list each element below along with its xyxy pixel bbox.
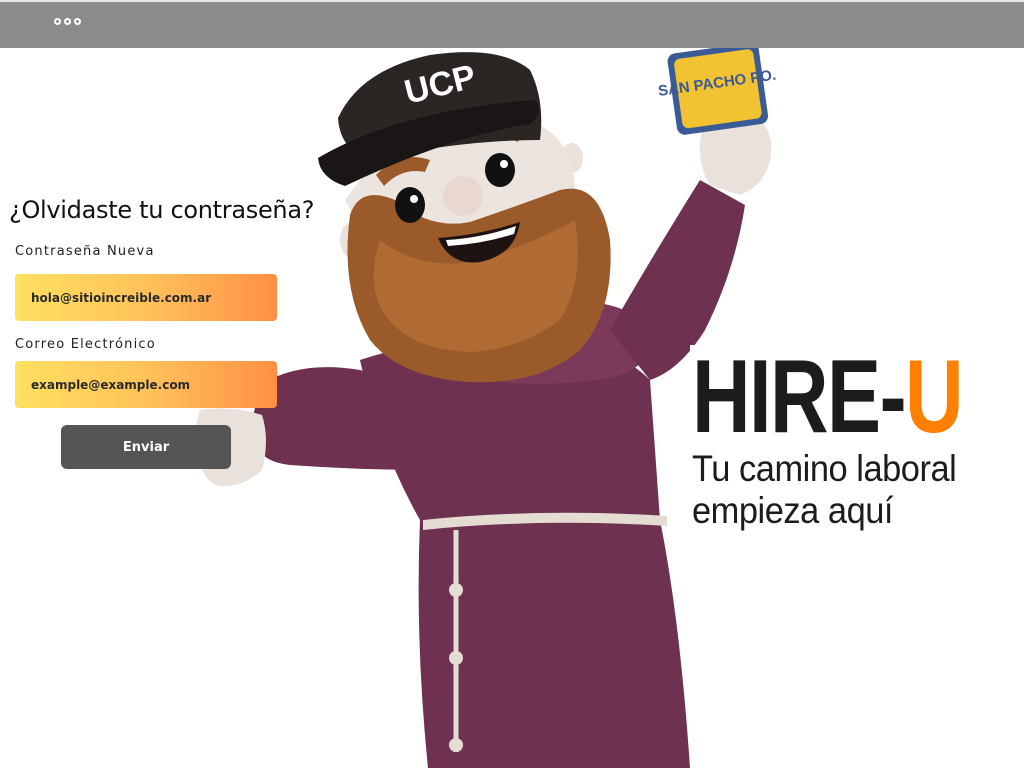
email-label: Correo Electrónico [15,337,156,352]
password-label: Contraseña Nueva [15,244,155,259]
circles-menu-icon[interactable] [54,18,81,25]
submit-button[interactable]: Enviar [61,425,231,469]
menu-dot [54,18,61,25]
form-title: ¿Olvidaste tu contraseña? [9,196,315,224]
menu-dot [74,18,81,25]
menu-dot [64,18,71,25]
brand-block: HIRE-U Tu camino laboral empieza aquí [690,345,1010,545]
page: SAN PACHO PO. UCP ¿Olvidaste tu contrase… [0,0,1024,768]
brand-logo: HIRE-U [692,345,964,449]
new-password-input[interactable] [15,274,277,321]
brand-logo-accent: U [905,339,964,455]
brand-tagline: Tu camino laboral empieza aquí [692,448,957,531]
brand-logo-main: HIRE- [692,339,907,455]
email-input[interactable] [15,361,277,408]
top-bar [0,0,1024,48]
